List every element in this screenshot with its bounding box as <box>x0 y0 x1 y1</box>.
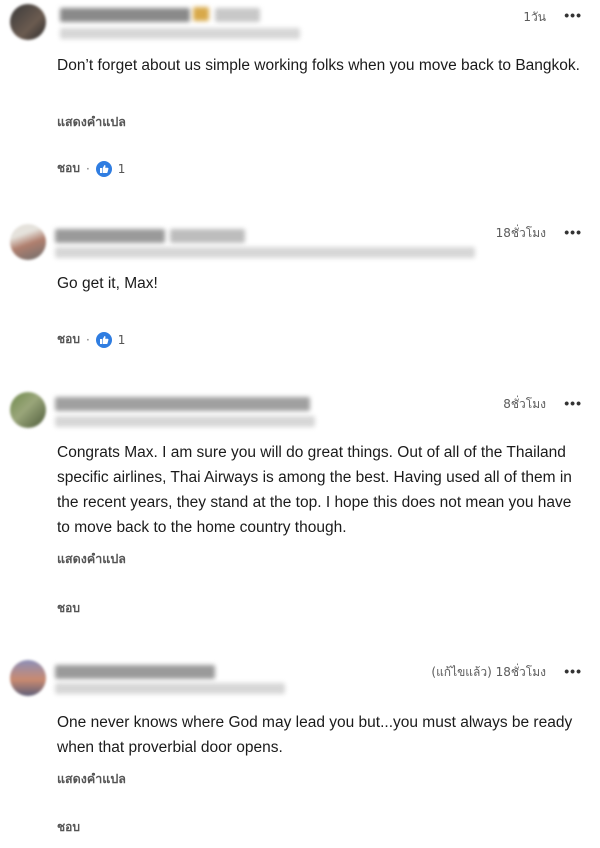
author-name-blurred[interactable] <box>55 665 215 679</box>
show-translation-link[interactable]: แสดงคำแปล <box>57 769 126 789</box>
avatar[interactable] <box>10 660 46 696</box>
author-headline-blurred <box>55 683 285 694</box>
timestamp: (แก้ไขแล้ว) 18ชั่วโมง <box>431 665 546 679</box>
more-options-icon[interactable]: ••• <box>564 663 582 679</box>
comment-text: One never knows where God may lead you b… <box>57 714 573 756</box>
like-button[interactable]: ชอบ <box>57 818 80 837</box>
comment-4: (แก้ไขแล้ว) 18ชั่วโมง ••• One never know… <box>0 0 600 848</box>
comment-actions: ชอบ <box>57 818 80 837</box>
